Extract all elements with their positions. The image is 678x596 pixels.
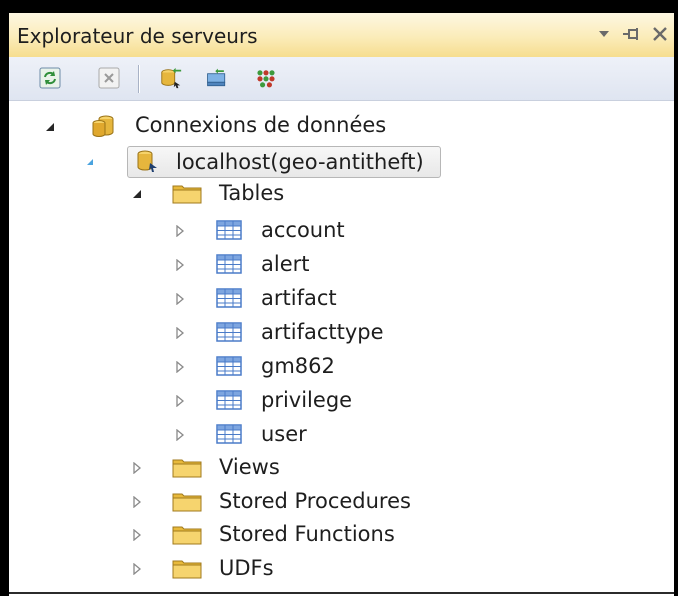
collapsed-arrow-icon[interactable] xyxy=(173,428,187,442)
folder-icon xyxy=(172,181,202,205)
database-connection-icon xyxy=(133,149,163,173)
collapsed-arrow-icon[interactable] xyxy=(130,461,144,475)
table-icon xyxy=(214,218,244,242)
panel-window-controls xyxy=(594,22,670,46)
tree-item-table[interactable]: account xyxy=(261,216,345,244)
panel-title-bar[interactable]: Explorateur de serveurs xyxy=(9,13,674,57)
tree-item-table[interactable]: gm862 xyxy=(261,352,335,380)
collapsed-arrow-icon[interactable] xyxy=(130,528,144,542)
screen-frame-right xyxy=(674,0,678,596)
tree-item-table[interactable]: alert xyxy=(261,250,310,278)
collapsed-arrow-icon[interactable] xyxy=(173,258,187,272)
table-icon xyxy=(214,286,244,310)
collapsed-arrow-icon[interactable] xyxy=(173,394,187,408)
tree-item-folder[interactable]: Views xyxy=(219,453,280,481)
table-icon xyxy=(214,252,244,276)
server-explorer-panel: Explorateur de serveurs Connexions de do… xyxy=(9,13,674,594)
collapsed-arrow-icon[interactable] xyxy=(173,360,187,374)
tree-item-connection[interactable]: localhost(geo-antitheft) xyxy=(176,148,424,176)
folder-icon xyxy=(172,455,202,479)
table-icon xyxy=(214,388,244,412)
tree-item-folder[interactable]: Stored Procedures xyxy=(219,487,411,515)
table-icon xyxy=(214,320,244,344)
screen-frame-left xyxy=(0,0,9,596)
tree-item-table[interactable]: user xyxy=(261,420,307,448)
dropdown-arrow-icon[interactable] xyxy=(594,23,614,45)
connect-to-database-icon[interactable] xyxy=(159,66,183,90)
pin-icon[interactable] xyxy=(622,23,642,45)
toolbar-separator xyxy=(138,65,139,93)
tree-item-tables[interactable]: Tables xyxy=(219,179,284,207)
folder-icon xyxy=(172,489,202,513)
folder-icon xyxy=(172,522,202,546)
stop-icon[interactable] xyxy=(97,66,121,90)
refresh-icon[interactable] xyxy=(38,66,62,90)
sharepoint-connection-icon[interactable] xyxy=(254,66,278,90)
tree-item-table[interactable]: artifacttype xyxy=(261,318,384,346)
table-icon xyxy=(214,354,244,378)
tree-item-folder[interactable]: Stored Functions xyxy=(219,520,395,548)
tree-item-folder[interactable]: UDFs xyxy=(219,554,274,582)
collapsed-arrow-icon[interactable] xyxy=(173,292,187,306)
expanded-arrow-icon[interactable] xyxy=(43,120,57,134)
tree-item-table[interactable]: artifact xyxy=(261,284,337,312)
connect-to-server-icon[interactable] xyxy=(205,66,229,90)
collapsed-arrow-icon[interactable] xyxy=(130,495,144,509)
close-icon[interactable] xyxy=(650,23,670,45)
screen-frame-top xyxy=(0,0,678,13)
expanded-arrow-icon[interactable] xyxy=(83,155,97,169)
tree-item-table[interactable]: privilege xyxy=(261,386,352,414)
table-icon xyxy=(214,422,244,446)
folder-icon xyxy=(172,556,202,580)
collapsed-arrow-icon[interactable] xyxy=(173,326,187,340)
collapsed-arrow-icon[interactable] xyxy=(130,562,144,576)
collapsed-arrow-icon[interactable] xyxy=(173,224,187,238)
expanded-arrow-icon[interactable] xyxy=(130,187,144,201)
tree-item-data-connections[interactable]: Connexions de données xyxy=(135,111,386,139)
panel-title: Explorateur de serveurs xyxy=(17,24,258,48)
data-connections-icon xyxy=(89,114,119,138)
panel-toolbar xyxy=(9,57,674,101)
